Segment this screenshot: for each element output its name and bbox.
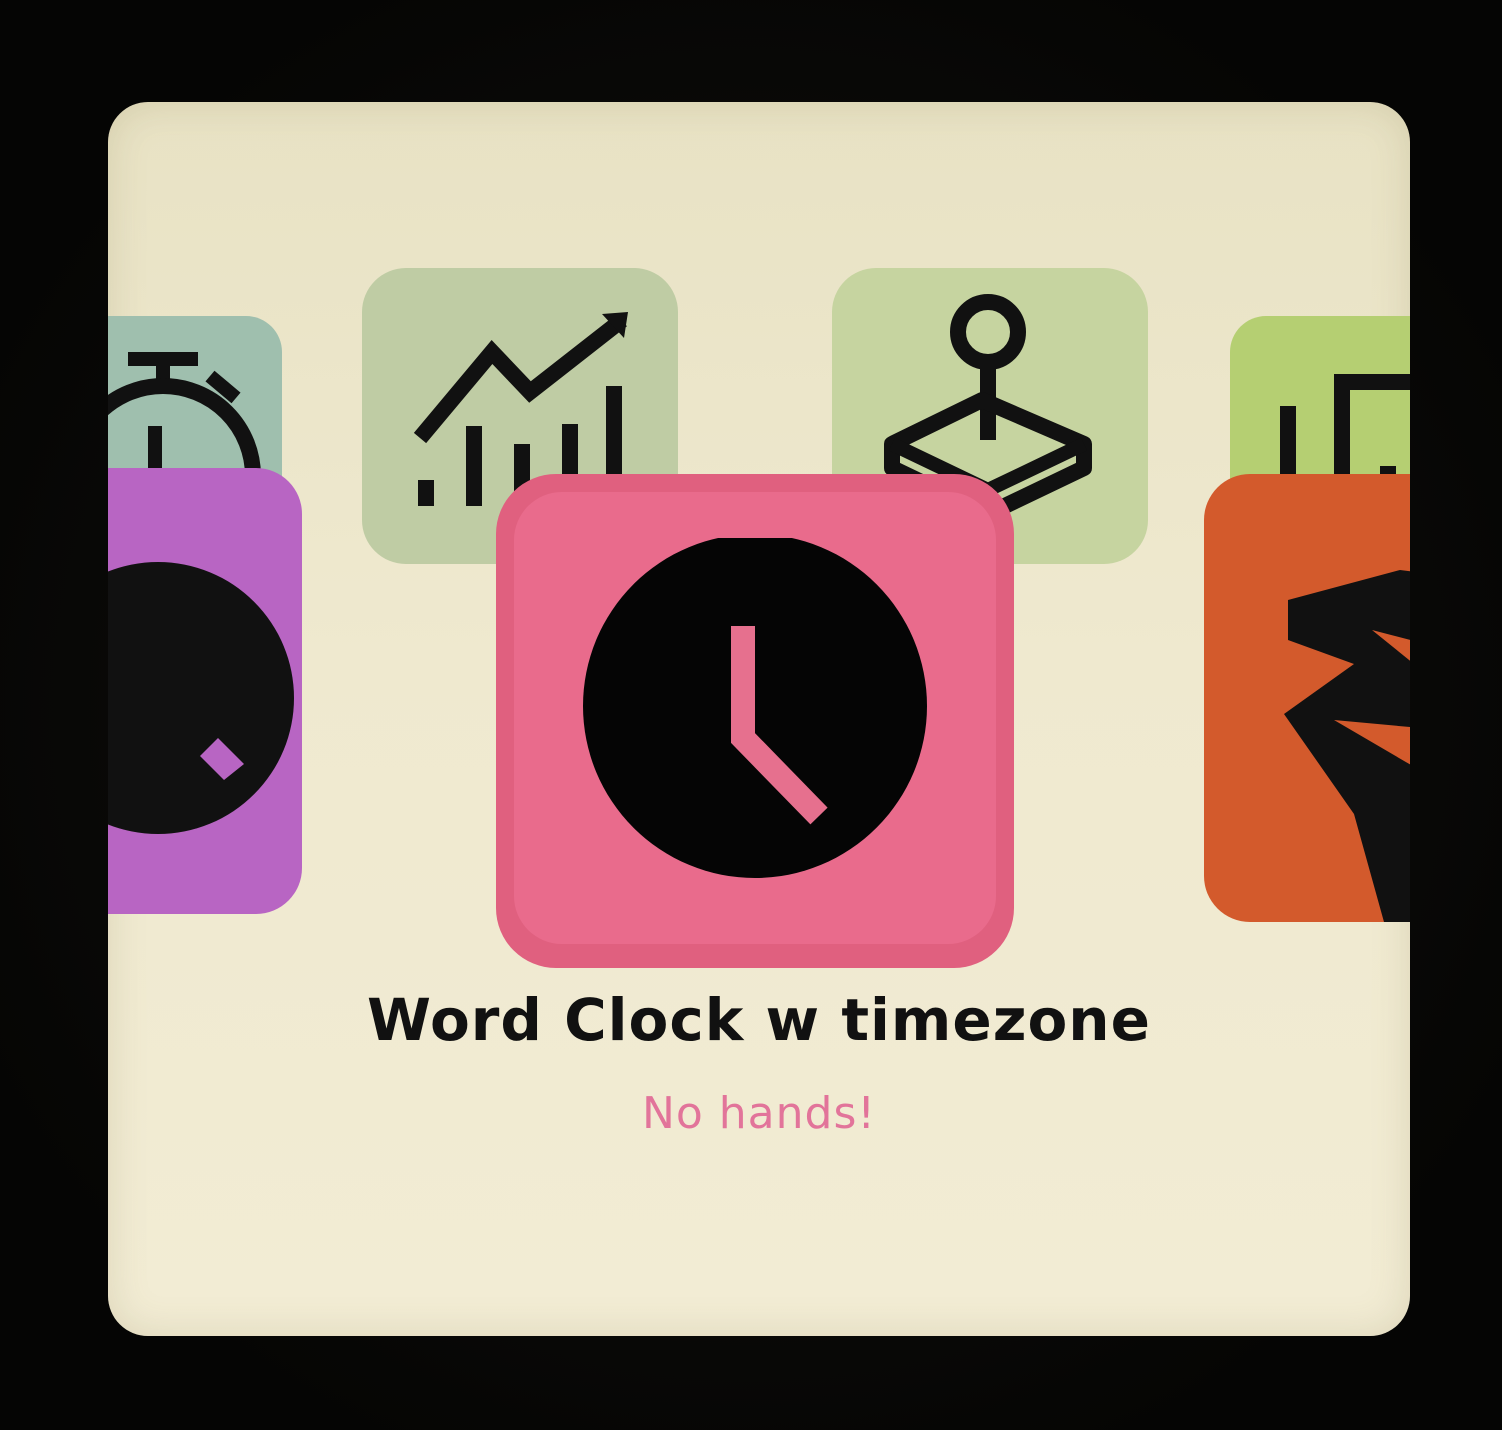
watch-screen: Word Clock w timezone No hands! [108, 102, 1410, 1336]
clock-icon [583, 538, 927, 878]
selected-tile-face [514, 492, 996, 944]
app-tile-word-clock[interactable] [496, 474, 1014, 968]
clock-icon [108, 562, 294, 834]
app-tile-orange[interactable] [1204, 474, 1410, 922]
device-bezel: Word Clock w timezone No hands! [0, 0, 1502, 1430]
zigzag-icon [1284, 570, 1410, 922]
app-tile-clock-purple[interactable] [108, 468, 302, 914]
selected-app-subtitle: No hands! [641, 1088, 877, 1139]
selected-app-title: Word Clock w timezone [367, 986, 1151, 1054]
